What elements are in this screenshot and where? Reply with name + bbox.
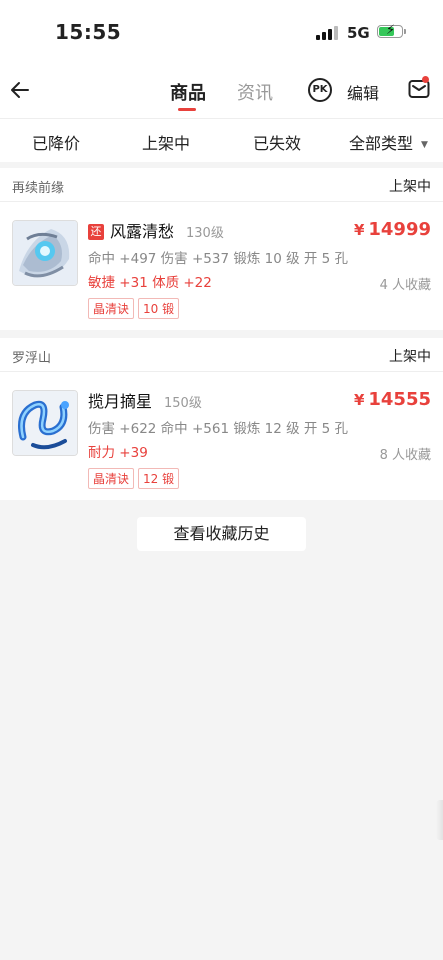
- edit-button[interactable]: 编辑: [347, 80, 379, 104]
- listing-status: 上架中: [389, 179, 431, 195]
- tag-chip: 晶清诀: [88, 468, 135, 489]
- network-label: 5G: [347, 24, 370, 42]
- filter-all-types[interactable]: 全部类型 ▼: [349, 130, 428, 154]
- item-name: 风露清愁: [110, 222, 175, 241]
- item-price: ¥14999: [354, 219, 431, 240]
- card-header: 再续前缘 上架中: [0, 168, 443, 202]
- back-arrow-icon[interactable]: [8, 78, 32, 102]
- listing-status: 上架中: [389, 349, 431, 365]
- currency-symbol: ¥: [353, 391, 365, 409]
- item-name: 揽月摘星: [88, 392, 153, 411]
- item-price: ¥14555: [354, 389, 431, 410]
- item-attributes: 命中 +497 伤害 +537 锻炼 10 级 开 5 孔: [88, 251, 349, 267]
- status-bar: 15:55 5G ⚡: [0, 0, 443, 62]
- filter-expired[interactable]: 已失效: [253, 130, 301, 154]
- item-tags: 晶清诀 10 锻: [88, 298, 183, 319]
- item-attributes: 伤害 +622 命中 +561 锻炼 12 级 开 5 孔: [88, 421, 349, 437]
- floating-edge-handle[interactable]: [436, 800, 443, 840]
- item-title-row: 还风露清愁 130级: [88, 218, 224, 241]
- price-value: 14999: [368, 219, 431, 240]
- status-time: 15:55: [55, 20, 122, 44]
- tag-chip: 10 锻: [138, 298, 180, 319]
- item-card[interactable]: 再续前缘 上架中 还风露清愁 130级 ¥14999 命中 +497 伤害 +53…: [0, 168, 443, 330]
- item-image-bracelet: [12, 390, 78, 456]
- favorite-count: 8 人收藏: [379, 448, 431, 463]
- favorite-count: 4 人收藏: [379, 278, 431, 293]
- tab-news[interactable]: 资讯: [237, 79, 273, 105]
- pk-compare-icon[interactable]: PK: [308, 78, 332, 102]
- item-bonus-attributes: 耐力 +39: [88, 445, 148, 461]
- tab-goods[interactable]: 商品: [170, 79, 206, 105]
- item-image-pendant: [12, 220, 78, 286]
- notification-dot: [422, 76, 429, 83]
- caret-down-icon: ▼: [421, 140, 428, 150]
- server-name: 罗浮山: [12, 351, 52, 366]
- item-level: 150级: [164, 396, 202, 411]
- currency-symbol: ¥: [353, 221, 365, 239]
- tag-chip: 12 锻: [138, 468, 180, 489]
- filter-price-dropped[interactable]: 已降价: [32, 130, 80, 154]
- item-level: 130级: [186, 226, 224, 241]
- tab-active-indicator: [178, 108, 196, 111]
- filter-bar: 已降价 上架中 已失效 全部类型 ▼: [0, 118, 443, 162]
- filter-on-sale[interactable]: 上架中: [142, 130, 190, 154]
- tag-chip: 晶清诀: [88, 298, 135, 319]
- card-header: 罗浮山 上架中: [0, 338, 443, 372]
- battery-cap: [404, 29, 406, 34]
- price-value: 14555: [368, 389, 431, 410]
- item-tags: 晶清诀 12 锻: [88, 468, 183, 489]
- item-card[interactable]: 罗浮山 上架中 揽月摘星 150级 ¥14555 伤害 +622 命中 +561 …: [0, 338, 443, 500]
- item-title-row: 揽月摘星 150级: [88, 388, 202, 411]
- filter-all-types-label: 全部类型: [349, 134, 414, 153]
- charging-icon: ⚡: [386, 23, 396, 38]
- return-badge: 还: [88, 224, 104, 240]
- signal-icon: [316, 26, 338, 40]
- view-favorites-history-button[interactable]: 查看收藏历史: [137, 517, 306, 551]
- nav-bar: 商品 资讯 PK 编辑: [0, 62, 443, 118]
- server-name: 再续前缘: [12, 181, 65, 196]
- item-bonus-attributes: 敏捷 +31 体质 +22: [88, 275, 212, 291]
